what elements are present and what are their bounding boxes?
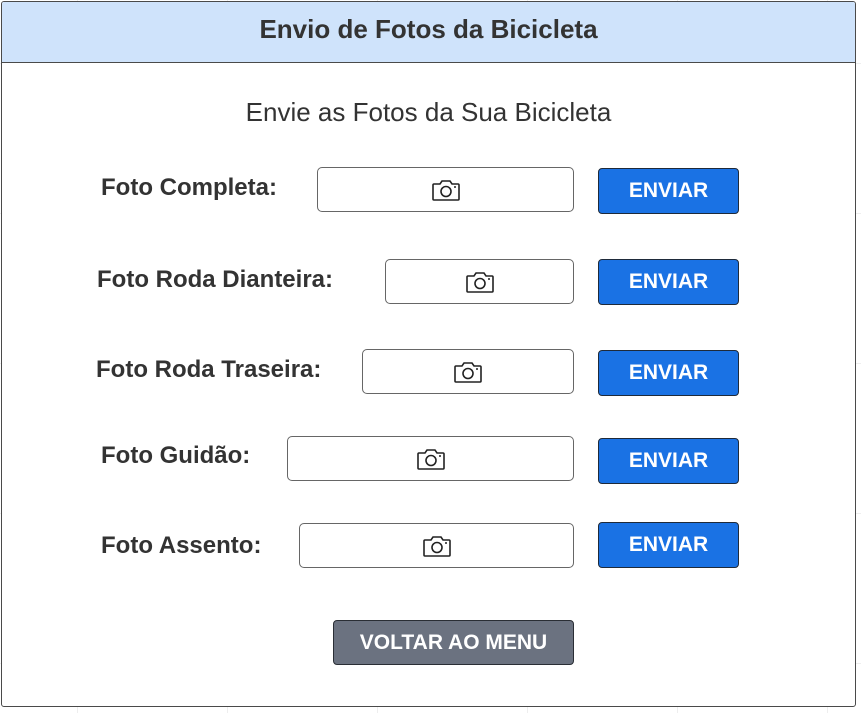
upload-field-seat[interactable] xyxy=(299,523,574,568)
photo-label-front-wheel: Foto Roda Dianteira: xyxy=(97,266,334,293)
upload-field-handlebar[interactable] xyxy=(287,436,574,481)
send-button-seat[interactable]: ENVIAR xyxy=(598,522,739,568)
camera-icon xyxy=(454,361,482,383)
photo-label-seat: Foto Assento: xyxy=(101,532,262,559)
photo-label-handlebar: Foto Guidão: xyxy=(101,442,251,469)
header-bar: Envio de Fotos da Bicicleta xyxy=(2,2,855,63)
send-button-complete[interactable]: ENVIAR xyxy=(598,168,739,214)
photo-label-rear-wheel: Foto Roda Traseira: xyxy=(96,356,322,383)
send-button-front-wheel[interactable]: ENVIAR xyxy=(598,259,739,305)
upload-field-rear-wheel[interactable] xyxy=(362,349,574,394)
page-subtitle: Envie as Fotos da Sua Bicicleta xyxy=(245,97,612,127)
send-button-handlebar[interactable]: ENVIAR xyxy=(598,438,739,484)
camera-icon xyxy=(465,271,494,293)
upload-field-complete[interactable] xyxy=(317,167,574,212)
camera-icon xyxy=(416,448,445,470)
send-button-rear-wheel[interactable]: ENVIAR xyxy=(598,350,739,396)
back-to-menu-button[interactable]: VOLTAR AO MENU xyxy=(333,620,574,665)
canvas: Envio de Fotos da Bicicleta Envie as Fot… xyxy=(0,0,861,713)
upload-field-front-wheel[interactable] xyxy=(385,259,574,304)
page-title: Envio de Fotos da Bicicleta xyxy=(259,13,598,44)
camera-icon xyxy=(422,535,451,557)
photo-label-complete: Foto Completa: xyxy=(101,174,277,201)
photo-upload-screen: Envio de Fotos da Bicicleta Envie as Fot… xyxy=(1,1,856,707)
camera-icon xyxy=(431,179,460,201)
